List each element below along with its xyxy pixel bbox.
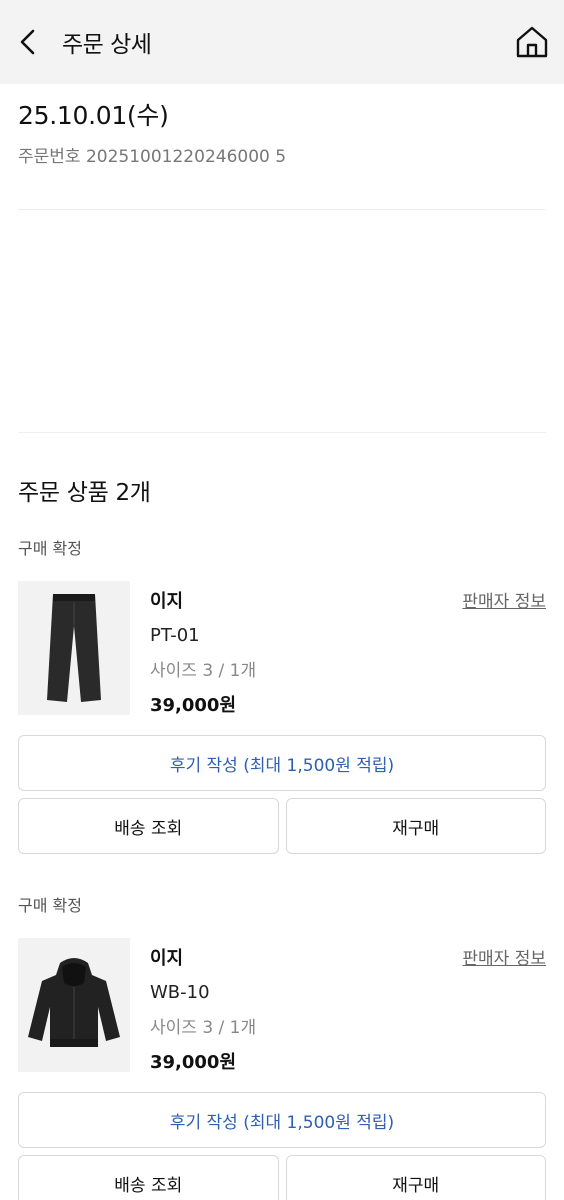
product-info: 이지 WB-10 사이즈 3 / 1개 39,000원 bbox=[150, 938, 256, 1074]
status-label: 구매 확정 bbox=[18, 896, 82, 915]
product-image[interactable] bbox=[18, 581, 130, 715]
chevron-left-icon bbox=[20, 29, 35, 55]
product-brand: 이지 bbox=[150, 948, 184, 969]
product-image[interactable] bbox=[18, 938, 130, 1072]
product-price: 39,000원 bbox=[150, 1052, 237, 1073]
hoodie-icon bbox=[28, 958, 120, 1047]
product-row: 이지 PT-01 사이즈 3 / 1개 39,000원 판매자 정보 bbox=[18, 581, 546, 717]
status-label: 구매 확정 bbox=[18, 539, 82, 558]
product-row: 이지 WB-10 사이즈 3 / 1개 39,000원 판매자 정보 bbox=[18, 938, 546, 1074]
order-item: 구매 확정 이지 WB-10 사이즈 3 / 1개 39,000원 판매자 정보… bbox=[18, 892, 546, 1200]
reorder-button[interactable]: 재구매 bbox=[285, 798, 546, 854]
order-detail-content: 25.10.01(수) 주문번호 20251001220246000 5 주문 … bbox=[0, 96, 564, 1200]
page-title: 주문 상세 bbox=[62, 32, 152, 58]
product-option: 사이즈 3 / 1개 bbox=[150, 661, 257, 681]
track-shipping-button[interactable]: 배송 조회 bbox=[18, 1155, 279, 1200]
product-name: WB-10 bbox=[150, 982, 210, 1003]
product-price: 39,000원 bbox=[150, 695, 237, 716]
product-name: PT-01 bbox=[150, 625, 200, 646]
action-button-row: 배송 조회 재구매 bbox=[18, 798, 546, 854]
reorder-button[interactable]: 재구매 bbox=[285, 1155, 546, 1200]
divider bbox=[18, 432, 546, 433]
top-bar: 주문 상세 bbox=[0, 0, 564, 84]
pants-icon bbox=[47, 594, 101, 702]
product-brand: 이지 bbox=[150, 591, 184, 612]
order-date: 25.10.01(수) bbox=[18, 101, 169, 130]
action-button-row: 배송 조회 재구매 bbox=[18, 1155, 546, 1200]
back-button[interactable] bbox=[18, 24, 54, 60]
order-item: 구매 확정 이지 PT-01 사이즈 3 / 1개 39,000원 판매자 정보… bbox=[18, 535, 546, 854]
blank-area bbox=[18, 210, 546, 432]
track-shipping-button[interactable]: 배송 조회 bbox=[18, 798, 279, 854]
write-review-button[interactable]: 후기 작성 (최대 1,500원 적립) bbox=[18, 735, 546, 791]
home-button[interactable] bbox=[514, 24, 550, 60]
write-review-button[interactable]: 후기 작성 (최대 1,500원 적립) bbox=[18, 1092, 546, 1148]
products-section-title: 주문 상품 2개 bbox=[18, 480, 151, 506]
order-number: 주문번호 20251001220246000 5 bbox=[18, 147, 287, 167]
seller-info-link[interactable]: 판매자 정보 bbox=[462, 944, 546, 969]
product-option: 사이즈 3 / 1개 bbox=[150, 1018, 257, 1038]
product-info: 이지 PT-01 사이즈 3 / 1개 39,000원 bbox=[150, 581, 256, 717]
home-icon bbox=[516, 26, 548, 58]
seller-info-link[interactable]: 판매자 정보 bbox=[462, 587, 546, 612]
